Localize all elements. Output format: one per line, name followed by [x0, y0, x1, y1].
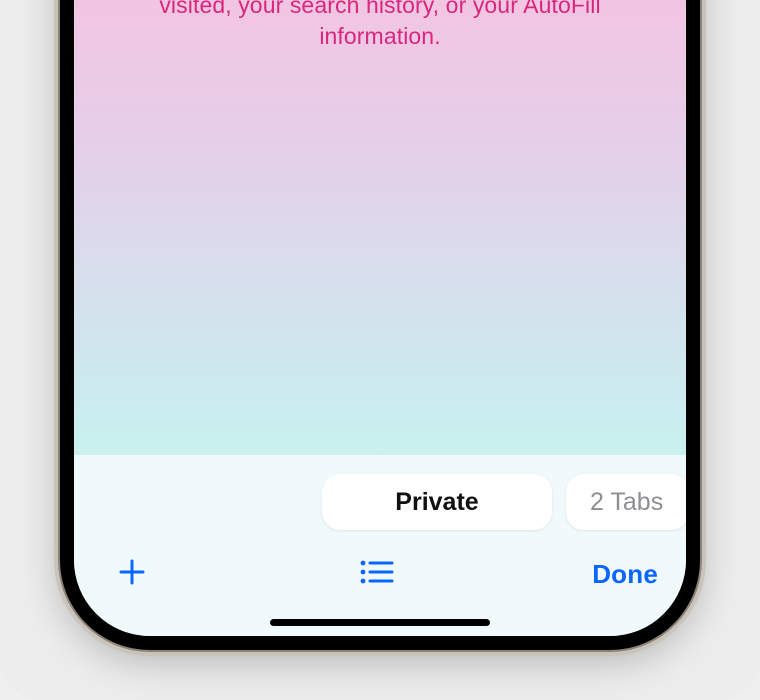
content-area: visited, your search history, or your Au…	[74, 0, 686, 455]
private-browsing-hint: visited, your search history, or your Au…	[119, 0, 640, 52]
tab-group-count-label: 2 Tabs	[590, 488, 663, 517]
phone-frame: visited, your search history, or your Au…	[60, 0, 700, 650]
done-label: Done	[592, 559, 658, 589]
new-tab-button[interactable]	[102, 550, 162, 598]
tab-group-picker[interactable]: Private 2 Tabs	[74, 469, 686, 535]
toolbar: Done	[74, 541, 686, 607]
tab-groups-menu-button[interactable]	[347, 550, 407, 598]
home-indicator[interactable]	[270, 619, 490, 626]
plus-icon	[116, 556, 148, 593]
safari-tab-overview-screen: visited, your search history, or your Au…	[74, 0, 686, 636]
list-icon	[359, 558, 395, 591]
hint-text-line1: visited, your search history, or your Au…	[159, 0, 600, 18]
bottom-bar: Private 2 Tabs	[74, 455, 686, 636]
done-button[interactable]: Done	[592, 559, 658, 590]
tab-group-count[interactable]: 2 Tabs	[566, 474, 686, 530]
tab-group-private[interactable]: Private	[322, 474, 552, 530]
tab-group-private-label: Private	[395, 488, 478, 517]
hint-text-line2: information.	[319, 23, 440, 49]
